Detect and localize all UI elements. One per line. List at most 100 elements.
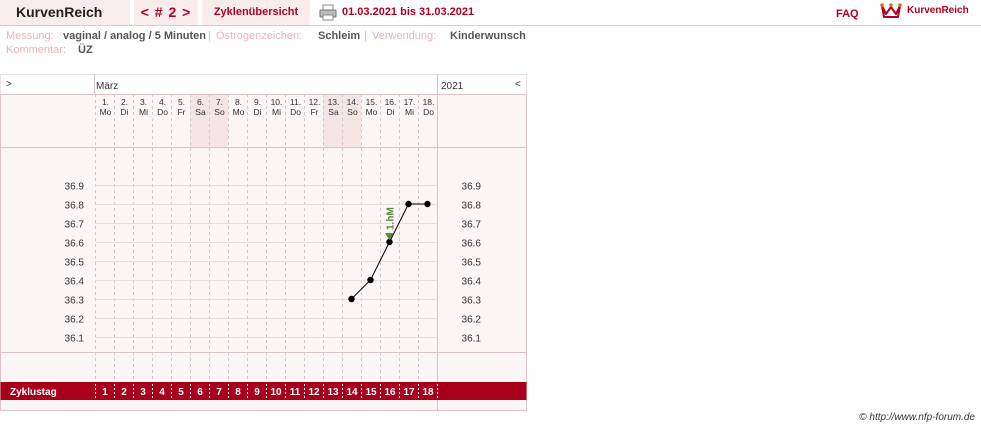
messung-label: Messung: (6, 30, 54, 42)
day-date-label: 15. (366, 97, 378, 107)
separator: | (364, 30, 367, 42)
day-date-label: 14. (347, 97, 359, 107)
weekday-label: Fr (177, 107, 185, 117)
nav-left-arrow[interactable]: > (6, 79, 12, 90)
y-tick-left: 36.4 (65, 277, 85, 288)
temperature-point (405, 200, 412, 208)
header-divider (0, 25, 981, 26)
day-date-label: 6. (197, 97, 204, 107)
day-date-label: 9. (254, 97, 261, 107)
cycle-day-number: 5 (178, 387, 184, 398)
cycle-day-number: 1 (102, 387, 108, 398)
cycle-day-number: 8 (235, 387, 241, 398)
y-tick-left: 36.8 (65, 201, 85, 212)
weekday-label: Di (120, 107, 128, 117)
y-tick-right: 36.2 (462, 315, 482, 326)
temperature-chart: > März 2021 < 1. Mo 2. Di 3. Mi 4. Do 5. Fr 6. Sa 7.… (0, 74, 527, 411)
y-tick-right: 36.5 (462, 258, 482, 269)
kommentar-value: ÜZ (78, 44, 93, 56)
cycle-day-number: 7 (216, 387, 222, 398)
weekday-label: Do (157, 107, 168, 117)
cycle-day-number: 2 (121, 387, 127, 398)
cycle-day-number: 11 (290, 387, 301, 398)
separator: | (208, 30, 211, 42)
weekday-label: Di (386, 107, 394, 117)
nav-right-arrow[interactable]: < (515, 79, 521, 90)
weekday-label: Mi (405, 107, 414, 117)
month-label: März (96, 81, 118, 92)
cycle-navigator[interactable]: < # 2 > (134, 0, 198, 25)
temperature-point (348, 295, 355, 303)
day-date-label: 3. (140, 97, 147, 107)
day-date-label: 17. (404, 97, 416, 107)
weekday-label: Mo (366, 107, 378, 117)
weekday-label: Mi (139, 107, 148, 117)
weekday-label: Mo (100, 107, 112, 117)
verwendung-label: Verwendung: (372, 30, 437, 42)
oestrogen-value: Schleim (318, 30, 361, 42)
faq-link[interactable]: FAQ (836, 2, 859, 27)
y-tick-right: 36.3 (462, 296, 482, 307)
date-range: 01.03.2021 bis 31.03.2021 (342, 6, 475, 18)
y-tick-right: 36.6 (462, 239, 482, 250)
printer-icon[interactable] (319, 4, 337, 21)
y-tick-left: 36.6 (65, 239, 85, 250)
brand-title: KurvenReich (0, 0, 130, 25)
cycle-day-number: 13 (327, 387, 339, 398)
cycle-day-number: 9 (254, 387, 260, 398)
weekday-label: Sa (195, 107, 206, 117)
cycle-day-number: 10 (270, 387, 282, 398)
y-tick-left: 36.7 (65, 220, 85, 231)
weekday-label: Do (423, 107, 434, 117)
y-tick-left: 36.2 (65, 315, 85, 326)
logo-text: KurvenReich (907, 5, 969, 16)
cycle-day-number: 16 (384, 387, 396, 398)
day-date-label: 13. (328, 97, 340, 107)
cycle-day-number: 3 (140, 387, 146, 398)
day-date-label: 16. (385, 97, 397, 107)
day-date-label: 7. (216, 97, 223, 107)
kommentar-label: Kommentar: (6, 44, 66, 56)
cycle-day-number: 18 (422, 387, 434, 398)
footer-credit: © http://www.nfp-forum.de (859, 412, 975, 423)
cycle-overview-tab[interactable]: Zyklenübersicht (202, 0, 310, 25)
y-tick-right: 36.4 (462, 277, 482, 288)
y-tick-left: 36.9 (65, 182, 85, 193)
cycle-day-number: 14 (346, 387, 358, 398)
temperature-point (424, 200, 431, 208)
weekday-label: Do (290, 107, 301, 117)
y-tick-left: 36.3 (65, 296, 85, 307)
marker-label: 1.hM (386, 207, 397, 230)
weekday-label: So (214, 107, 225, 117)
chart-canvas: > März 2021 < 1.Mo2.Di3.Mi4.Do5.Fr6.Sa7.… (0, 74, 527, 411)
weekday-label: Sa (328, 107, 339, 117)
weekday-label: So (347, 107, 358, 117)
crown-logo-icon (880, 2, 902, 20)
weekday-label: Mi (272, 107, 281, 117)
day-date-label: 8. (235, 97, 242, 107)
cycle-day-number: 4 (159, 387, 165, 398)
messung-value: vaginal / analog / 5 Minuten (63, 30, 207, 42)
day-date-label: 11. (290, 97, 301, 107)
y-tick-right: 36.7 (462, 220, 482, 231)
day-date-label: 2. (121, 97, 128, 107)
weekday-label: Di (253, 107, 261, 117)
cycle-day-number: 12 (308, 387, 320, 398)
temperature-point (367, 276, 374, 284)
day-date-label: 12. (309, 97, 321, 107)
day-date-label: 5. (178, 97, 185, 107)
cycle-day-number: 17 (403, 387, 415, 398)
weekday-label: Mo (233, 107, 245, 117)
cycle-day-number: 6 (197, 387, 203, 398)
y-tick-left: 36.1 (65, 334, 85, 345)
year-label: 2021 (441, 81, 464, 92)
cycle-day-row-label: Zyklustag (10, 387, 57, 398)
y-tick-right: 36.1 (462, 334, 482, 345)
weekday-label: Fr (310, 107, 318, 117)
y-tick-left: 36.5 (65, 258, 85, 269)
cycle-day-row (0, 382, 527, 400)
day-date-label: 18. (423, 97, 435, 107)
y-tick-right: 36.8 (462, 201, 482, 212)
cycle-day-number: 15 (365, 387, 377, 398)
day-date-label: 1. (102, 97, 109, 107)
